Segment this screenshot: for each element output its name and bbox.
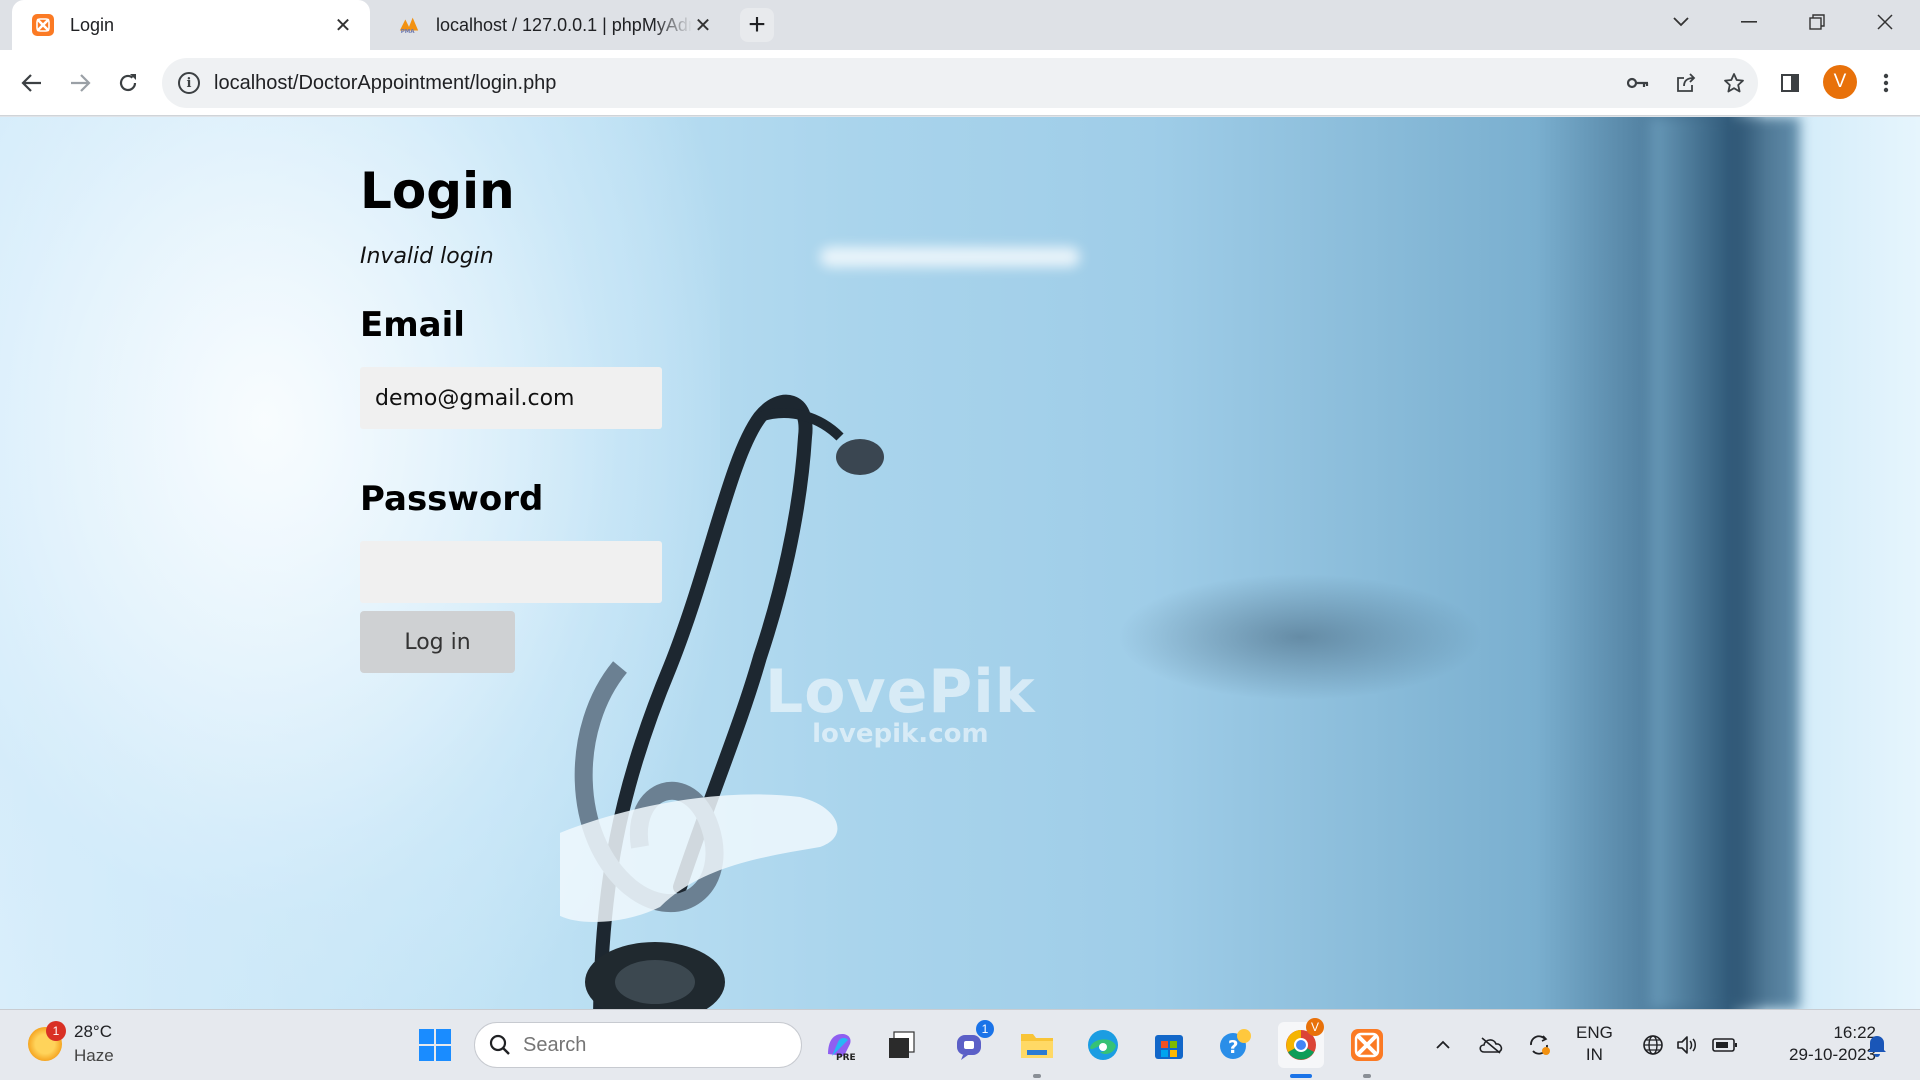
edge-browser-icon[interactable] xyxy=(1080,1022,1126,1068)
task-view-icon[interactable] xyxy=(878,1022,924,1068)
bookmark-star-icon[interactable] xyxy=(1710,58,1758,108)
side-panel-icon[interactable] xyxy=(1772,65,1808,101)
tab-login[interactable]: Login ✕ xyxy=(12,0,370,50)
onedrive-offline-icon[interactable] xyxy=(1476,1030,1506,1060)
close-tab-icon[interactable]: ✕ xyxy=(692,14,714,37)
xampp-running-indicator xyxy=(1363,1074,1371,1078)
weather-condition: Haze xyxy=(74,1046,114,1065)
tab-phpmyadmin[interactable]: PMA localhost / 127.0.0.1 | phpMyAdmin ✕ xyxy=(378,0,730,50)
browser-tabstrip: Login ✕ PMA localhost / 127.0.0.1 | phpM… xyxy=(0,0,1920,50)
site-info-icon[interactable]: i xyxy=(178,72,200,94)
svg-text:PRE: PRE xyxy=(836,1053,856,1062)
chrome-active-indicator xyxy=(1290,1074,1312,1078)
language-top: ENG xyxy=(1576,1023,1613,1042)
windows-start-icon[interactable] xyxy=(412,1022,458,1068)
address-bar[interactable]: i localhost/DoctorAppointment/login.php xyxy=(162,58,1758,108)
system-clock[interactable]: 16:22 29-10-2023 xyxy=(1760,1022,1876,1066)
xampp-favicon-icon xyxy=(32,14,54,36)
taskbar-search[interactable] xyxy=(474,1022,802,1068)
chrome-profile-badge: V xyxy=(1306,1018,1324,1036)
menu-kebab-icon[interactable] xyxy=(1868,65,1904,101)
windows-taskbar: 1 28°C Haze PRE 1 ? V xyxy=(0,1009,1920,1080)
tab-search-icon[interactable] xyxy=(1656,0,1706,44)
weather-badge: 1 xyxy=(46,1021,66,1041)
copilot-icon[interactable]: PRE xyxy=(816,1022,862,1068)
tab-title: Login xyxy=(70,14,115,35)
weather-temp: 28°C xyxy=(74,1022,112,1041)
address-url[interactable]: localhost/DoctorAppointment/login.php xyxy=(214,72,1614,95)
email-label: Email xyxy=(360,305,465,345)
phpmyadmin-favicon-icon: PMA xyxy=(398,14,420,36)
reload-icon[interactable] xyxy=(110,65,146,101)
close-window-icon[interactable] xyxy=(1860,0,1910,44)
close-tab-icon[interactable]: ✕ xyxy=(332,14,354,37)
share-icon[interactable] xyxy=(1662,58,1710,108)
taskbar-search-input[interactable] xyxy=(523,1033,763,1057)
explorer-running-indicator xyxy=(1033,1074,1041,1078)
clock-date: 29-10-2023 xyxy=(1789,1045,1876,1064)
svg-text:?: ? xyxy=(1228,1037,1238,1058)
teams-chat-icon[interactable]: 1 xyxy=(948,1020,994,1068)
login-button[interactable]: Log in xyxy=(360,611,515,673)
minimize-icon[interactable] xyxy=(1724,0,1774,44)
chrome-icon[interactable]: V xyxy=(1278,1018,1324,1068)
key-icon[interactable] xyxy=(1614,58,1662,108)
email-field[interactable] xyxy=(360,367,662,429)
tab-title: localhost / 127.0.0.1 | phpMyAdmin xyxy=(436,14,692,35)
xampp-taskbar-icon[interactable] xyxy=(1344,1022,1390,1068)
teams-badge: 1 xyxy=(976,1020,994,1038)
search-icon xyxy=(489,1034,510,1055)
page-viewport: LovePik lovepik.com Login Invalid login … xyxy=(0,117,1920,1009)
back-arrow-icon[interactable] xyxy=(14,65,50,101)
sync-icon[interactable] xyxy=(1524,1030,1554,1060)
weather-haze-icon: 1 xyxy=(28,1021,66,1061)
clock-time: 16:22 xyxy=(1833,1023,1876,1042)
battery-icon[interactable] xyxy=(1710,1030,1740,1060)
forward-arrow-icon[interactable] xyxy=(62,65,98,101)
language-bottom: IN xyxy=(1585,1045,1603,1064)
get-help-icon[interactable]: ? xyxy=(1212,1022,1258,1068)
page-title: Login xyxy=(360,162,515,220)
restore-icon[interactable] xyxy=(1792,0,1842,44)
error-message: Invalid login xyxy=(360,244,494,269)
password-label: Password xyxy=(360,479,544,519)
password-field[interactable] xyxy=(360,541,662,603)
chevron-up-icon[interactable] xyxy=(1428,1030,1458,1060)
weather-widget[interactable]: 1 28°C Haze xyxy=(28,1020,114,1068)
login-form: Login Invalid login Email Password Log i… xyxy=(360,162,860,673)
browser-toolbar: i localhost/DoctorAppointment/login.php … xyxy=(0,50,1920,116)
new-tab-button[interactable]: + xyxy=(740,8,774,42)
svg-text:PMA: PMA xyxy=(401,29,416,35)
network-globe-icon[interactable] xyxy=(1638,1030,1668,1060)
notification-bell-icon[interactable] xyxy=(1862,1030,1892,1060)
profile-avatar[interactable]: V xyxy=(1823,65,1857,99)
file-explorer-icon[interactable] xyxy=(1014,1022,1060,1068)
microsoft-store-icon[interactable] xyxy=(1146,1022,1192,1068)
background-doorway xyxy=(1650,117,1800,1009)
volume-icon[interactable] xyxy=(1672,1030,1702,1060)
language-indicator[interactable]: ENG IN xyxy=(1576,1022,1613,1066)
